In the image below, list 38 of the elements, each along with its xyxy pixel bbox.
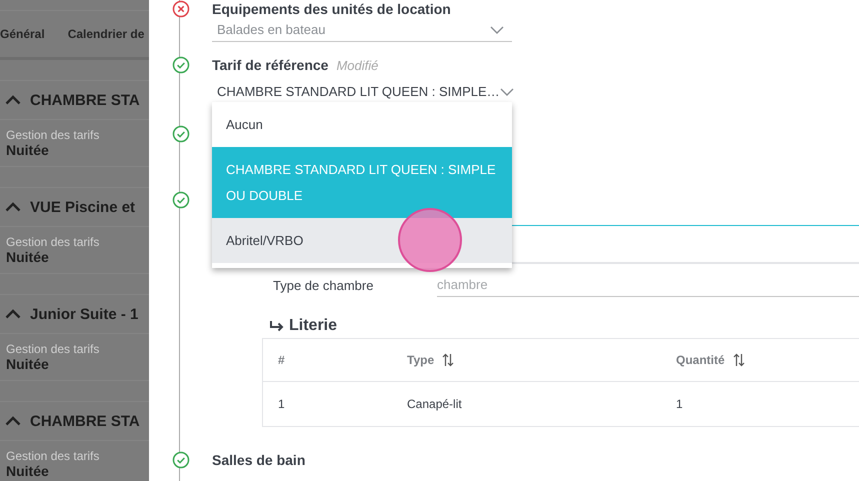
sort-icon[interactable] — [732, 353, 745, 367]
field-label: Type de chambre — [273, 278, 374, 292]
chevron-up-icon[interactable] — [5, 95, 21, 105]
section-heading: Salles de bain — [212, 451, 306, 469]
field-value: Nuitée — [6, 356, 49, 372]
field-label: Gestion des tarifs — [6, 235, 100, 249]
field-label: Gestion des tarifs — [6, 449, 100, 463]
field-label: Tarif de référence — [212, 56, 328, 74]
section-heading: Literie — [289, 317, 338, 335]
tab[interactable]: Général — [0, 27, 45, 41]
section-title: VUE Piscine et — [30, 198, 136, 216]
chevron-up-icon[interactable] — [5, 309, 21, 319]
select-field[interactable]: Balades en bateau — [212, 18, 512, 42]
return-arrow-icon — [269, 320, 285, 332]
tab[interactable]: Calendrier de — [68, 27, 144, 41]
field-value: Nuitée — [6, 463, 49, 479]
table-cell: 1 — [676, 397, 683, 411]
section-title: CHAMBRE STA — [30, 412, 140, 430]
column-header[interactable]: # — [278, 353, 285, 367]
field-label: Equipements des unités de location — [212, 0, 451, 18]
field-value: Nuitée — [6, 142, 49, 158]
chevron-down-icon[interactable] — [490, 26, 504, 34]
table-cell: Canapé-lit — [407, 397, 462, 411]
field-value: Nuitée — [6, 249, 49, 265]
column-header[interactable]: Quantité — [676, 353, 725, 367]
section-title: CHAMBRE STA — [30, 92, 140, 108]
chevron-up-icon[interactable] — [5, 202, 21, 212]
column-header[interactable]: Type — [407, 353, 434, 367]
field-label: Gestion des tarifs — [6, 128, 100, 142]
dropdown-option[interactable]: CHAMBRE STANDARD LIT QUEEN : SIMPLE OU DOUBLE — [212, 147, 512, 218]
chevron-down-icon[interactable] — [500, 88, 514, 96]
dropdown-option[interactable]: Aucun — [212, 102, 512, 147]
modified-note: Modifié — [336, 57, 378, 75]
section-title: Junior Suite - 1 — [30, 306, 138, 322]
sort-icon[interactable] — [442, 353, 454, 367]
table-cell: 1 — [278, 397, 285, 411]
field-label: Gestion des tarifs — [6, 342, 100, 356]
chevron-up-icon[interactable] — [5, 416, 21, 426]
